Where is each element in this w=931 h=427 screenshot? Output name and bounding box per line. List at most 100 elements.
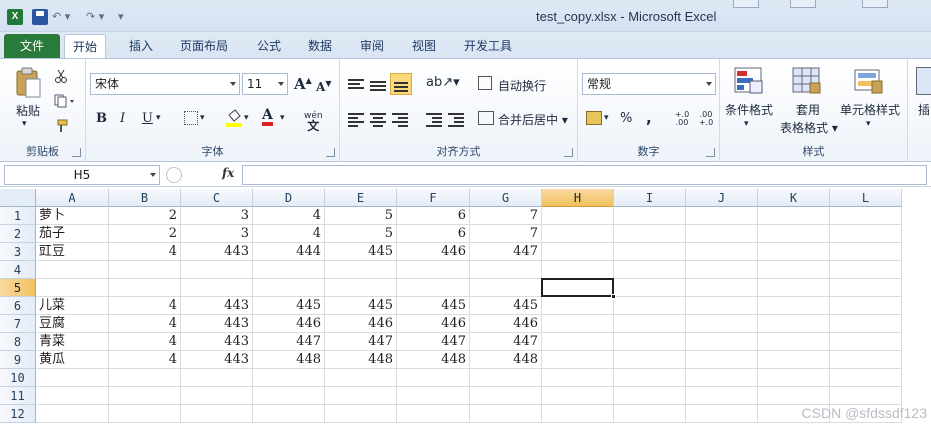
cell-g3[interactable]: 447 [470,243,542,261]
cell-h3[interactable] [542,243,614,261]
format-as-table-button[interactable]: 表格格式 ▾ [780,119,838,136]
cell-d2[interactable]: 4 [253,225,325,243]
cell-g10[interactable] [470,369,542,387]
cell-k3[interactable] [758,243,830,261]
cell-a12[interactable] [36,405,109,423]
number-format-select[interactable]: 常规 [582,73,716,95]
cell-l8[interactable] [830,333,902,351]
cell-c10[interactable] [181,369,253,387]
top-align-icon[interactable] [348,79,364,91]
cell-d9[interactable]: 448 [253,351,325,369]
tab-data[interactable]: 数据 [300,34,340,58]
cell-g4[interactable] [470,261,542,279]
cell-e5[interactable] [325,279,397,297]
cell-d1[interactable]: 4 [253,207,325,225]
cell-g8[interactable]: 447 [470,333,542,351]
cell-l4[interactable] [830,261,902,279]
alignment-launcher-icon[interactable] [564,148,573,157]
paste-button[interactable]: 粘贴 [12,102,44,119]
excel-app-icon[interactable]: X [7,9,23,25]
cell-k9[interactable] [758,351,830,369]
comma-style-button[interactable]: , [646,109,652,127]
cell-e2[interactable]: 5 [325,225,397,243]
bold-button[interactable]: B [96,111,107,126]
cell-c6[interactable]: 443 [181,297,253,315]
clipboard-launcher-icon[interactable] [72,148,81,157]
column-header-c[interactable]: C [181,189,253,207]
row-header-11[interactable]: 11 [0,387,36,405]
cell-b12[interactable] [109,405,181,423]
cell-j6[interactable] [686,297,758,315]
cell-h7[interactable] [542,315,614,333]
cell-f8[interactable]: 447 [397,333,470,351]
formula-input[interactable] [242,165,927,185]
row-header-6[interactable]: 6 [0,297,36,315]
cell-styles-button[interactable]: 单元格样式 [840,101,900,118]
cell-i10[interactable] [614,369,686,387]
cell-c8[interactable]: 443 [181,333,253,351]
font-name-select[interactable]: 宋体 [90,73,240,95]
cell-h2[interactable] [542,225,614,243]
cell-j5[interactable] [686,279,758,297]
cell-e11[interactable] [325,387,397,405]
cell-c7[interactable]: 443 [181,315,253,333]
cell-k7[interactable] [758,315,830,333]
cell-k5[interactable] [758,279,830,297]
column-header-h[interactable]: H [542,189,614,207]
column-header-j[interactable]: J [686,189,758,207]
cell-l10[interactable] [830,369,902,387]
fill-handle[interactable] [611,294,616,299]
fill-color-dropdown-icon[interactable]: ▾ [244,113,249,123]
cell-j11[interactable] [686,387,758,405]
paste-dropdown-icon[interactable]: ▾ [22,119,27,129]
close-button[interactable] [862,0,888,8]
column-header-e[interactable]: E [325,189,397,207]
customize-qat-button[interactable]: ▾ [118,9,130,25]
format-as-table-icon[interactable] [792,67,822,95]
cell-f7[interactable]: 446 [397,315,470,333]
column-header-i[interactable]: I [614,189,686,207]
cell-h4[interactable] [542,261,614,279]
cell-j12[interactable] [686,405,758,423]
grow-font-button[interactable]: A▲ [294,75,312,93]
cell-h10[interactable] [542,369,614,387]
cell-h9[interactable] [542,351,614,369]
insert-function-button[interactable]: fx [222,166,234,180]
align-right-icon[interactable] [392,113,408,127]
cell-d11[interactable] [253,387,325,405]
font-color-button[interactable]: A [262,108,273,126]
tab-formulas[interactable]: 公式 [249,34,289,58]
column-header-l[interactable]: L [830,189,902,207]
tab-home[interactable]: 开始 [64,34,107,59]
save-icon[interactable] [32,9,48,25]
cell-g7[interactable]: 446 [470,315,542,333]
cell-c2[interactable]: 3 [181,225,253,243]
cell-i7[interactable] [614,315,686,333]
conditional-formatting-button[interactable]: 条件格式 [725,101,773,118]
cell-e12[interactable] [325,405,397,423]
cell-g11[interactable] [470,387,542,405]
cell-k4[interactable] [758,261,830,279]
cell-a11[interactable] [36,387,109,405]
format-painter-icon[interactable] [54,119,68,133]
conditional-formatting-dropdown-icon[interactable]: ▾ [744,119,749,129]
align-center-icon[interactable] [370,113,386,127]
column-header-k[interactable]: K [758,189,830,207]
cell-a8[interactable]: 青菜 [36,333,109,351]
cell-a4[interactable] [36,261,109,279]
column-header-g[interactable]: G [470,189,542,207]
row-header-10[interactable]: 10 [0,369,36,387]
cell-d4[interactable] [253,261,325,279]
cell-e7[interactable]: 446 [325,315,397,333]
cell-j8[interactable] [686,333,758,351]
increase-indent-icon[interactable] [448,113,464,127]
format-as-table-label-1[interactable]: 套用 [796,101,820,118]
cell-j4[interactable] [686,261,758,279]
cell-a5[interactable] [36,279,109,297]
cell-i8[interactable] [614,333,686,351]
increase-decimal-button[interactable]: +.0 .00 [672,111,692,127]
fill-color-icon[interactable] [226,109,242,127]
cell-g1[interactable]: 7 [470,207,542,225]
insert-cells-icon[interactable] [916,67,931,95]
cell-h6[interactable] [542,297,614,315]
